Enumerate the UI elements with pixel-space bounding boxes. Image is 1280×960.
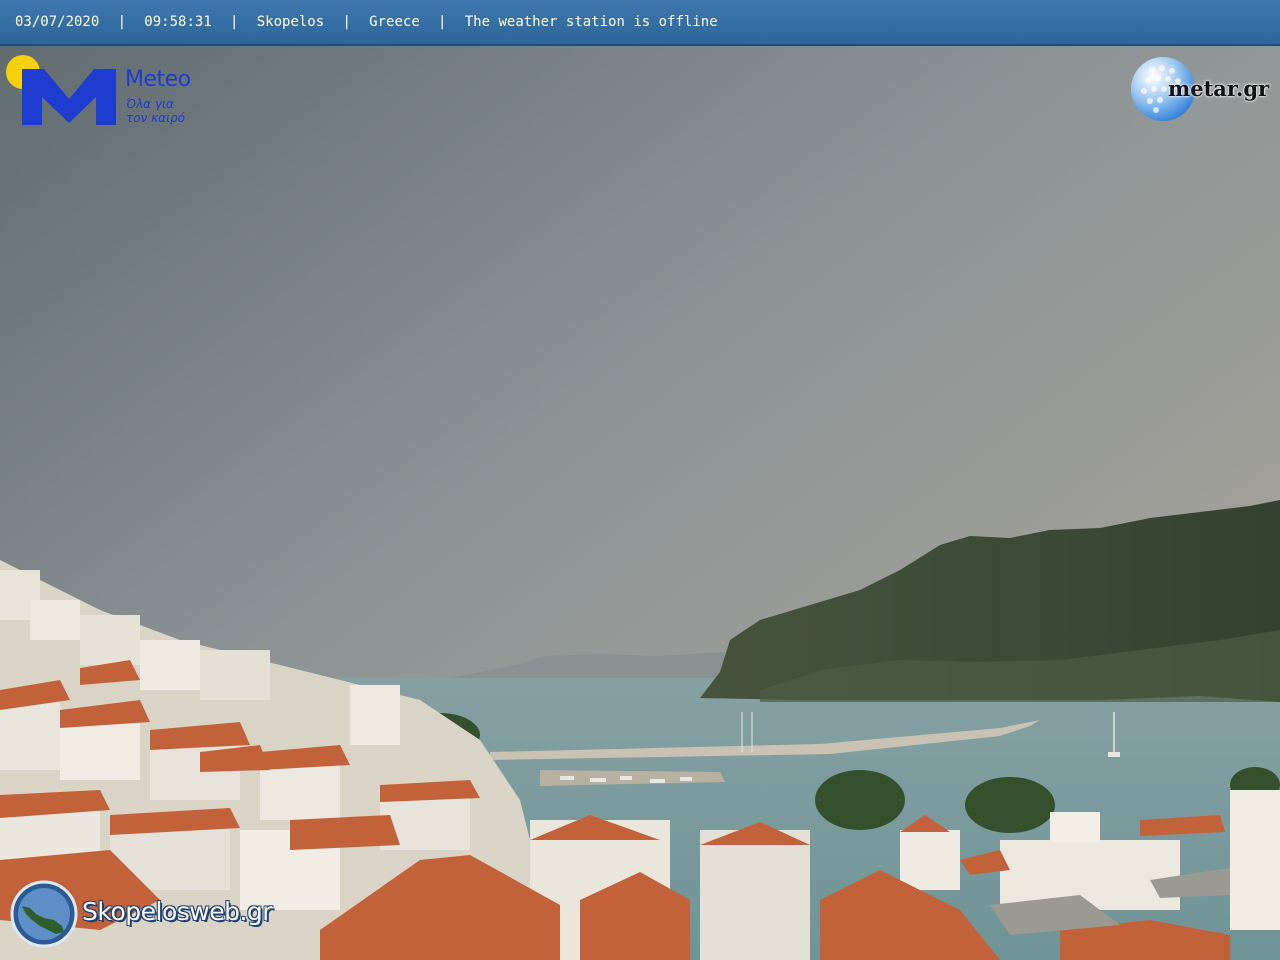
meteo-tagline-1: Όλα για <box>126 97 174 111</box>
island-map-icon <box>10 880 78 948</box>
skopelosweb-logo: Skopelosweb.gr <box>8 880 328 952</box>
date-text: 03/07/2020 <box>15 14 100 30</box>
meteo-name: Meteo <box>125 67 191 92</box>
location-text: Skopelos <box>256 14 325 30</box>
station-status-text: The weather station is offline <box>464 14 718 30</box>
separator: | <box>438 14 447 30</box>
separator: | <box>230 14 239 30</box>
webcam-frame: 03/07/2020 | 09:58:31 | Skopelos | Greece | The … <box>0 0 1280 960</box>
info-bar: 03/07/2020 | 09:58:31 | Skopelos | Greece | The … <box>0 0 1280 46</box>
country-text: Greece <box>369 14 420 30</box>
meteo-m-icon <box>22 69 116 125</box>
metar-logo: metar.gr <box>1128 56 1273 126</box>
skopelosweb-name: Skopelosweb.gr <box>82 897 273 926</box>
separator: | <box>117 14 127 30</box>
meteo-logo: Meteo Όλα για τον καιρό <box>6 55 206 130</box>
separator: | <box>342 14 351 30</box>
harbor-scene <box>0 0 1280 960</box>
meteo-tagline-2: τον καιρό <box>126 111 186 125</box>
metar-name: metar.gr <box>1168 76 1270 101</box>
time-text: 09:58:31 <box>144 14 212 30</box>
